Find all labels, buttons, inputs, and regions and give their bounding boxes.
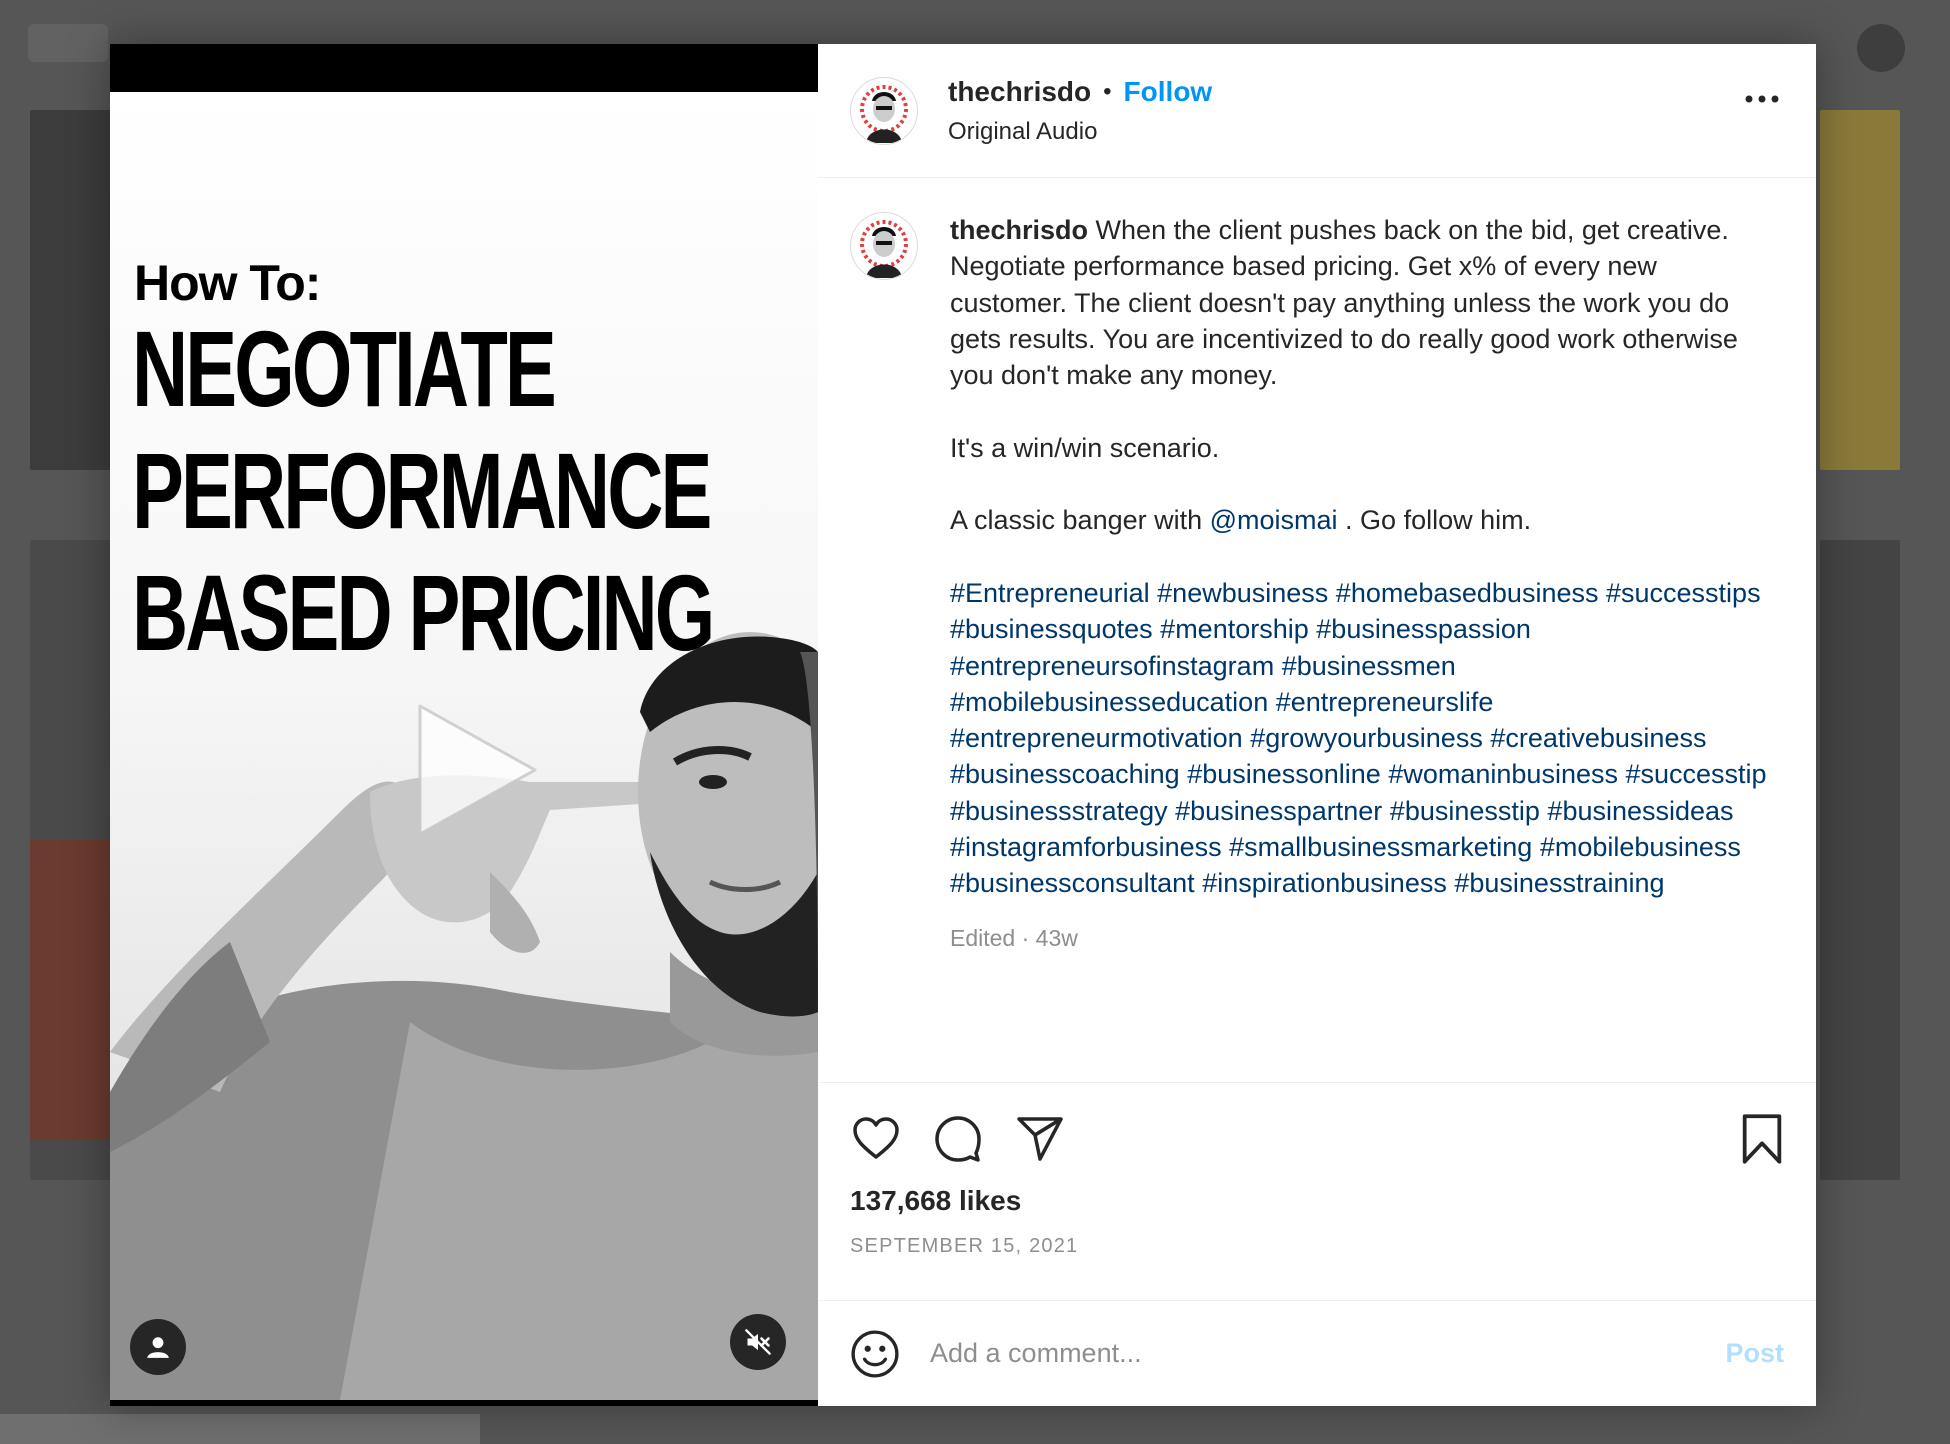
hashtag-link[interactable]: #businessquotes <box>950 614 1153 644</box>
hashtag-link[interactable]: #mobilebusiness <box>1540 832 1741 862</box>
comment-icon <box>935 1116 981 1162</box>
smiley-icon[interactable] <box>850 1329 900 1379</box>
post-comment-button[interactable]: Post <box>1725 1338 1784 1369</box>
hashtag-link[interactable]: #entrepreneurslife <box>1276 687 1494 717</box>
heart-icon <box>853 1117 899 1159</box>
caption-avatar[interactable] <box>850 212 918 280</box>
background-logo <box>28 24 108 62</box>
hashtag-link[interactable]: #instagramforbusiness <box>950 832 1222 862</box>
follow-button[interactable]: Follow <box>1124 76 1213 108</box>
audio-label[interactable]: Original Audio <box>948 118 1212 146</box>
action-row <box>850 1111 1784 1167</box>
caption-text: A classic banger with <box>950 505 1210 536</box>
reel-video[interactable]: How To: Negotiate Performance Based Pric… <box>110 44 818 1406</box>
share-button[interactable] <box>1014 1113 1066 1165</box>
hashtag-link[interactable]: #businesscoaching <box>950 759 1180 789</box>
avatar-image <box>854 216 914 278</box>
separator-dot: • <box>1103 77 1112 105</box>
headline-line: Performance <box>132 430 712 551</box>
action-bar: 137,668 likes SEPTEMBER 15, 2021 <box>818 1082 1816 1300</box>
avatar-image <box>854 80 914 143</box>
hashtag-link[interactable]: #creativebusiness <box>1490 723 1706 753</box>
hashtag-link[interactable]: #smallbusinessmarketing <box>1229 832 1532 862</box>
speaker-muted-icon <box>745 1329 771 1355</box>
header-line: thechrisdo • Follow <box>948 76 1212 108</box>
headline: Negotiate Performance Based Pricing <box>132 308 715 674</box>
background-thumbnail <box>30 840 115 1140</box>
background-thumbnail <box>1820 110 1900 470</box>
hashtag-link[interactable]: #businesspassion <box>1316 614 1531 644</box>
hashtag-link[interactable]: #entrepreneurmotivation <box>950 723 1243 753</box>
hashtag-link[interactable]: #newbusiness <box>1157 578 1328 608</box>
mention-link[interactable]: @moismai <box>1210 505 1338 535</box>
hashtag-list: #Entrepreneurial #newbusiness #homebased… <box>950 575 1770 902</box>
hashtag-link[interactable]: #successtips <box>1606 578 1761 608</box>
background-thumbnail <box>1820 540 1900 1180</box>
hashtag-link[interactable]: #homebasedbusiness <box>1336 578 1599 608</box>
comment-bar: Post <box>818 1300 1816 1406</box>
caption-text: . Go follow him. <box>1337 505 1532 536</box>
post-date[interactable]: SEPTEMBER 15, 2021 <box>850 1235 1784 1258</box>
hashtag-link[interactable]: #businesstraining <box>1454 868 1664 898</box>
bookmark-icon[interactable] <box>1736 1113 1788 1165</box>
caption-body: thechrisdo When the client pushes back o… <box>950 212 1770 1082</box>
hashtag-link[interactable]: #entrepreneursofinstagram <box>950 651 1274 681</box>
hashtag-link[interactable]: #businessideas <box>1547 796 1733 826</box>
hashtag-link[interactable]: #mobilebusinesseducation <box>950 687 1268 717</box>
hashtag-link[interactable]: #businessconsultant <box>950 868 1195 898</box>
headline-line: Negotiate <box>132 308 557 429</box>
username-link[interactable]: thechrisdo <box>948 76 1091 108</box>
comment-button[interactable] <box>932 1113 984 1165</box>
hashtag-link[interactable]: #growyourbusiness <box>1250 723 1483 753</box>
post-header: thechrisdo • Follow Original Audio <box>818 44 1816 178</box>
hashtag-link[interactable]: #businesspartner <box>1175 796 1382 826</box>
hashtag-link[interactable]: #inspirationbusiness <box>1202 868 1447 898</box>
caption: thechrisdo When the client pushes back o… <box>818 178 1816 1082</box>
hashtag-link[interactable]: #Entrepreneurial <box>950 578 1150 608</box>
user-tag-button[interactable] <box>130 1319 186 1375</box>
headline-prefix: How To: <box>134 255 321 311</box>
background-thumbnail <box>30 110 115 470</box>
post-modal: How To: Negotiate Performance Based Pric… <box>110 44 1816 1406</box>
mute-toggle-button[interactable] <box>730 1314 786 1370</box>
hashtag-link[interactable]: #successtip <box>1626 759 1767 789</box>
like-count[interactable]: 137,668 likes <box>850 1185 1784 1217</box>
avatar[interactable] <box>850 76 918 145</box>
caption-username[interactable]: thechrisdo <box>950 215 1088 245</box>
hashtag-link[interactable]: #businesstip <box>1390 796 1540 826</box>
more-horizontal-icon[interactable] <box>1744 94 1780 104</box>
user-icon <box>147 1337 169 1358</box>
background-avatar <box>1857 24 1905 72</box>
caption-paragraph: thechrisdo When the client pushes back o… <box>950 212 1770 393</box>
hashtag-link[interactable]: #businessonline <box>1187 759 1381 789</box>
hashtag-link[interactable]: #businessmen <box>1282 651 1456 681</box>
video-frame: How To: Negotiate Performance Based Pric… <box>110 92 818 1400</box>
headline-line: Based Pricing <box>132 552 715 673</box>
hashtag-link[interactable]: #mentorship <box>1160 614 1309 644</box>
caption-paragraph: It's a win/win scenario. <box>950 432 1220 463</box>
hashtag-link[interactable]: #womaninbusiness <box>1388 759 1618 789</box>
header-text: thechrisdo • Follow Original Audio <box>948 76 1212 146</box>
comment-input[interactable] <box>930 1338 1726 1369</box>
play-icon[interactable] <box>400 696 548 844</box>
hashtag-link[interactable]: #businessstrategy <box>950 796 1168 826</box>
edited-timestamp[interactable]: Edited · 43w <box>950 920 1770 956</box>
caption-paragraph: A classic banger with @moismai . Go foll… <box>950 502 1770 538</box>
like-button[interactable] <box>850 1113 902 1165</box>
background-bottom-bar <box>0 1414 480 1444</box>
share-icon <box>1017 1117 1063 1161</box>
post-info-panel: thechrisdo • Follow Original Audio thech… <box>818 44 1816 1406</box>
